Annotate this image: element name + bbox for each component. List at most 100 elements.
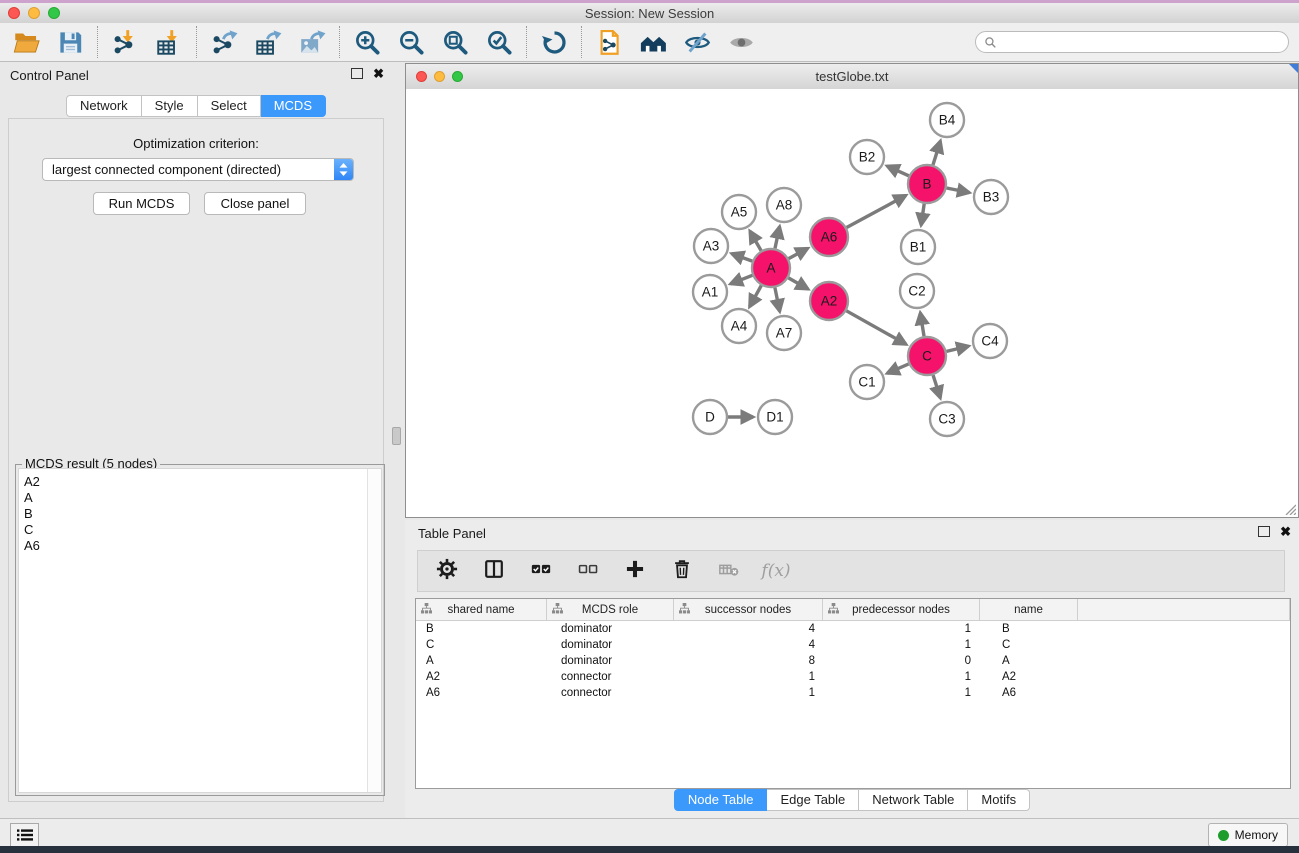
graph-node-D[interactable]: D bbox=[693, 400, 727, 434]
mcds-result-item[interactable]: C bbox=[24, 522, 365, 538]
panel-divider-grip[interactable] bbox=[392, 427, 401, 445]
add-column-icon bbox=[624, 558, 646, 585]
table-row[interactable]: Adominator80A bbox=[416, 653, 1290, 669]
mcds-result-item[interactable]: A bbox=[24, 490, 365, 506]
svg-text:B1: B1 bbox=[910, 240, 927, 255]
graph-node-B4[interactable]: B4 bbox=[930, 103, 964, 137]
zoom-in-button[interactable] bbox=[351, 27, 383, 57]
tab-edge-table[interactable]: Edge Table bbox=[767, 789, 859, 811]
graph-node-A5[interactable]: A5 bbox=[722, 195, 756, 229]
graph-node-C1[interactable]: C1 bbox=[850, 365, 884, 399]
result-scrollbar[interactable] bbox=[367, 469, 381, 792]
float-panel-icon[interactable] bbox=[351, 68, 363, 79]
column-header-mcds-role[interactable]: MCDS role bbox=[547, 599, 674, 620]
table-header-row: shared nameMCDS rolesuccessor nodesprede… bbox=[416, 599, 1290, 621]
select-all-button[interactable] bbox=[529, 559, 553, 583]
graph-node-B[interactable]: B bbox=[908, 165, 946, 203]
graph-node-A4[interactable]: A4 bbox=[722, 309, 756, 343]
zoom-out-button[interactable] bbox=[395, 27, 427, 57]
graph-node-A2[interactable]: A2 bbox=[810, 282, 848, 320]
column-header-predecessor-nodes[interactable]: predecessor nodes bbox=[823, 599, 980, 620]
table-row[interactable]: Bdominator41B bbox=[416, 621, 1290, 637]
tab-style[interactable]: Style bbox=[142, 95, 198, 117]
tab-network[interactable]: Network bbox=[66, 95, 142, 117]
table-row[interactable]: A2connector11A2 bbox=[416, 669, 1290, 685]
network-canvas[interactable]: B4 B2 B B3 A8 A5 A6 A3 B1 A A1 C2 A2 A4 A7 C4 C C1 C3 D D1 bbox=[406, 89, 1298, 517]
control-panel-title: Control Panel bbox=[10, 68, 89, 83]
graph-node-C3[interactable]: C3 bbox=[930, 402, 964, 436]
table-cell: 4 bbox=[674, 621, 823, 637]
export-table-button[interactable] bbox=[252, 27, 284, 57]
mcds-result-item[interactable]: A2 bbox=[24, 474, 365, 490]
close-panel-icon[interactable]: ✖ bbox=[373, 69, 384, 79]
close-panel-button[interactable]: Close panel bbox=[204, 192, 306, 215]
mcds-result-item[interactable]: B bbox=[24, 506, 365, 522]
node-table: shared nameMCDS rolesuccessor nodesprede… bbox=[415, 598, 1291, 789]
mcds-result-group: MCDS result (5 nodes) A2ABCA6 bbox=[15, 464, 385, 796]
graph-node-A7[interactable]: A7 bbox=[767, 316, 801, 350]
status-bar: Memory bbox=[0, 818, 1299, 847]
export-network-button[interactable] bbox=[208, 27, 240, 57]
task-history-button[interactable] bbox=[10, 823, 39, 847]
tab-select[interactable]: Select bbox=[198, 95, 261, 117]
column-header-successor-nodes[interactable]: successor nodes bbox=[674, 599, 823, 620]
svg-text:D: D bbox=[705, 410, 715, 425]
graph-node-C4[interactable]: C4 bbox=[973, 324, 1007, 358]
zoom-selected-button[interactable] bbox=[483, 27, 515, 57]
float-table-panel-icon[interactable] bbox=[1258, 526, 1270, 537]
column-header-shared-name[interactable]: shared name bbox=[416, 599, 547, 620]
delete-column-button[interactable] bbox=[670, 559, 694, 583]
control-panel-tabs: NetworkStyleSelectMCDS bbox=[0, 95, 392, 117]
main-toolbar bbox=[0, 23, 1299, 62]
tab-node-table[interactable]: Node Table bbox=[674, 789, 768, 811]
graph-node-A8[interactable]: A8 bbox=[767, 188, 801, 222]
import-network-icon bbox=[112, 29, 139, 56]
graph-node-D1[interactable]: D1 bbox=[758, 400, 792, 434]
graph-node-B2[interactable]: B2 bbox=[850, 140, 884, 174]
memory-button[interactable]: Memory bbox=[1208, 823, 1288, 847]
deselect-all-button[interactable] bbox=[576, 559, 600, 583]
export-image-button[interactable] bbox=[296, 27, 328, 57]
tab-network-table[interactable]: Network Table bbox=[859, 789, 968, 811]
graph-node-A1[interactable]: A1 bbox=[693, 275, 727, 309]
mcds-result-item[interactable]: A6 bbox=[24, 538, 365, 554]
settings-button[interactable] bbox=[435, 559, 459, 583]
run-mcds-button[interactable]: Run MCDS bbox=[93, 192, 190, 215]
graph-node-B3[interactable]: B3 bbox=[974, 180, 1008, 214]
resize-grip-icon[interactable] bbox=[1283, 502, 1296, 515]
search-input[interactable] bbox=[997, 34, 1280, 50]
zoom-selected-icon bbox=[486, 29, 513, 56]
network-window-titlebar[interactable]: testGlobe.txt bbox=[406, 64, 1298, 90]
graph-node-B1[interactable]: B1 bbox=[901, 230, 935, 264]
zoom-fit-button[interactable] bbox=[439, 27, 471, 57]
tab-motifs[interactable]: Motifs bbox=[968, 789, 1030, 811]
graph-node-A3[interactable]: A3 bbox=[694, 229, 728, 263]
import-table-button[interactable] bbox=[153, 27, 185, 57]
graph-node-A6[interactable]: A6 bbox=[810, 218, 848, 256]
graph-node-C2[interactable]: C2 bbox=[900, 274, 934, 308]
optimization-criterion-select[interactable]: largest connected component (directed) bbox=[42, 158, 354, 181]
search-field[interactable] bbox=[975, 31, 1289, 53]
split-view-button[interactable] bbox=[482, 559, 506, 583]
hide-panel-button[interactable] bbox=[681, 27, 713, 57]
mcds-panel: Optimization criterion: largest connecte… bbox=[8, 118, 384, 802]
import-network-button[interactable] bbox=[109, 27, 141, 57]
add-column-button[interactable] bbox=[623, 559, 647, 583]
svg-text:D1: D1 bbox=[766, 410, 783, 425]
table-row[interactable]: A6connector11A6 bbox=[416, 685, 1290, 701]
open-file-button[interactable] bbox=[10, 27, 42, 57]
save-session-button[interactable] bbox=[54, 27, 86, 57]
graph-node-A[interactable]: A bbox=[752, 249, 790, 287]
export-image-icon bbox=[299, 29, 326, 56]
graph-node-C[interactable]: C bbox=[908, 337, 946, 375]
close-table-panel-icon[interactable]: ✖ bbox=[1280, 527, 1291, 537]
home-button[interactable] bbox=[637, 27, 669, 57]
tab-mcds[interactable]: MCDS bbox=[261, 95, 326, 117]
new-network-button[interactable] bbox=[593, 27, 625, 57]
table-cell: A bbox=[416, 653, 547, 669]
table-panel: Table Panel ✖ f(x) shared nameMCDS roles… bbox=[405, 520, 1299, 818]
show-panel-button[interactable] bbox=[725, 27, 757, 57]
table-row[interactable]: Cdominator41C bbox=[416, 637, 1290, 653]
column-header-name[interactable]: name bbox=[980, 599, 1078, 620]
apply-layout-button[interactable] bbox=[538, 27, 570, 57]
